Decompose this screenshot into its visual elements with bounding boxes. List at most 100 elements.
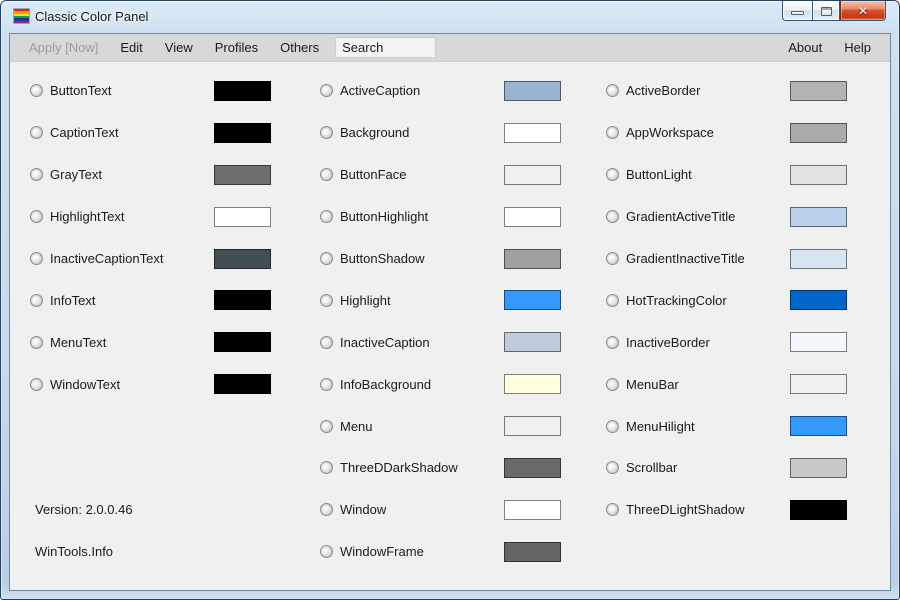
color-swatch-GradientActiveTitle[interactable] [790,207,847,227]
menu-item-about[interactable]: About [777,34,833,61]
color-label: ButtonText [50,83,111,98]
color-label: ThreeDLightShadow [626,502,745,517]
color-swatch-CaptionText[interactable] [214,123,271,143]
radio-ButtonFace[interactable] [320,168,333,181]
color-label: ButtonShadow [340,251,425,266]
color-label: InactiveBorder [626,335,710,350]
color-label: ButtonLight [626,167,692,182]
color-swatch-ButtonText[interactable] [214,81,271,101]
color-swatch-InfoBackground[interactable] [504,374,561,394]
radio-InactiveBorder[interactable] [606,336,619,349]
radio-ActiveBorder[interactable] [606,84,619,97]
menu-item-edit[interactable]: Edit [109,34,153,61]
radio-WindowFrame[interactable] [320,545,333,558]
color-label: WindowText [50,377,120,392]
color-swatch-Background[interactable] [504,123,561,143]
menu-item-help[interactable]: Help [833,34,882,61]
color-row: ButtonHighlight [320,196,582,238]
radio-InfoBackground[interactable] [320,378,333,391]
radio-ActiveCaption[interactable] [320,84,333,97]
color-row: MenuHilight [606,405,868,447]
window-title: Classic Color Panel [35,9,148,24]
color-label: MenuText [50,335,106,350]
radio-ThreeDDarkShadow[interactable] [320,461,333,474]
radio-GradientActiveTitle[interactable] [606,210,619,223]
radio-Window[interactable] [320,503,333,516]
color-label: ActiveCaption [340,83,420,98]
color-label: Background [340,125,409,140]
radio-ButtonHighlight[interactable] [320,210,333,223]
radio-WindowText[interactable] [30,378,43,391]
color-row: InactiveCaption [320,321,582,363]
color-row: ButtonShadow [320,238,582,280]
color-row: InfoBackground [320,363,582,405]
maximize-button[interactable] [812,1,840,21]
radio-MenuText[interactable] [30,336,43,349]
radio-GrayText[interactable] [30,168,43,181]
menu-item-profiles[interactable]: Profiles [204,34,269,61]
color-swatch-InfoText[interactable] [214,290,271,310]
menu-item-view[interactable]: View [154,34,204,61]
color-swatch-ThreeDLightShadow[interactable] [790,500,847,520]
close-icon: ✕ [858,2,868,20]
radio-ButtonLight[interactable] [606,168,619,181]
title-bar[interactable]: Classic Color Panel [1,1,899,33]
color-swatch-HighlightText[interactable] [214,207,271,227]
radio-Background[interactable] [320,126,333,139]
radio-InactiveCaption[interactable] [320,336,333,349]
color-swatch-Scrollbar[interactable] [790,458,847,478]
color-swatch-Highlight[interactable] [504,290,561,310]
radio-GradientInactiveTitle[interactable] [606,252,619,265]
radio-Menu[interactable] [320,420,333,433]
minimize-button[interactable] [782,1,812,21]
color-column-2: ActiveCaption Background ButtonFace Butt… [320,70,582,573]
color-swatch-ThreeDDarkShadow[interactable] [504,458,561,478]
color-row: WindowFrame [320,531,582,573]
color-swatch-ButtonLight[interactable] [790,165,847,185]
color-swatch-InactiveCaption[interactable] [504,332,561,352]
color-swatch-WindowText[interactable] [214,374,271,394]
radio-Scrollbar[interactable] [606,461,619,474]
color-swatch-ButtonFace[interactable] [504,165,561,185]
radio-ButtonText[interactable] [30,84,43,97]
website-label[interactable]: WinTools.Info [35,544,113,559]
color-row: InactiveCaptionText [30,238,292,280]
search-input[interactable] [335,37,436,58]
radio-CaptionText[interactable] [30,126,43,139]
color-swatch-MenuText[interactable] [214,332,271,352]
radio-Highlight[interactable] [320,294,333,307]
client-area: Apply [Now] Edit View Profiles Others Ab… [9,33,891,591]
color-swatch-ActiveBorder[interactable] [790,81,847,101]
color-row: Highlight [320,279,582,321]
color-swatch-HotTrackingColor[interactable] [790,290,847,310]
menu-item-others[interactable]: Others [269,34,330,61]
color-swatch-InactiveCaptionText[interactable] [214,249,271,269]
color-swatch-Menu[interactable] [504,416,561,436]
color-swatch-WindowFrame[interactable] [504,542,561,562]
radio-MenuBar[interactable] [606,378,619,391]
color-swatch-MenuBar[interactable] [790,374,847,394]
radio-ButtonShadow[interactable] [320,252,333,265]
color-swatch-MenuHilight[interactable] [790,416,847,436]
color-column-3: ActiveBorder AppWorkspace ButtonLight Gr… [606,70,868,531]
color-label: MenuHilight [626,419,695,434]
color-swatch-InactiveBorder[interactable] [790,332,847,352]
color-swatch-ButtonShadow[interactable] [504,249,561,269]
close-button[interactable]: ✕ [840,1,886,21]
color-swatch-ButtonHighlight[interactable] [504,207,561,227]
radio-InactiveCaptionText[interactable] [30,252,43,265]
radio-ThreeDLightShadow[interactable] [606,503,619,516]
color-swatch-Window[interactable] [504,500,561,520]
radio-HotTrackingColor[interactable] [606,294,619,307]
radio-MenuHilight[interactable] [606,420,619,433]
color-row: Background [320,112,582,154]
color-swatch-GradientInactiveTitle[interactable] [790,249,847,269]
rainbow-logo-icon [13,8,30,24]
color-swatch-GrayText[interactable] [214,165,271,185]
menu-item-apply-now[interactable]: Apply [Now] [18,34,109,61]
color-swatch-AppWorkspace[interactable] [790,123,847,143]
radio-InfoText[interactable] [30,294,43,307]
color-swatch-ActiveCaption[interactable] [504,81,561,101]
radio-HighlightText[interactable] [30,210,43,223]
radio-AppWorkspace[interactable] [606,126,619,139]
